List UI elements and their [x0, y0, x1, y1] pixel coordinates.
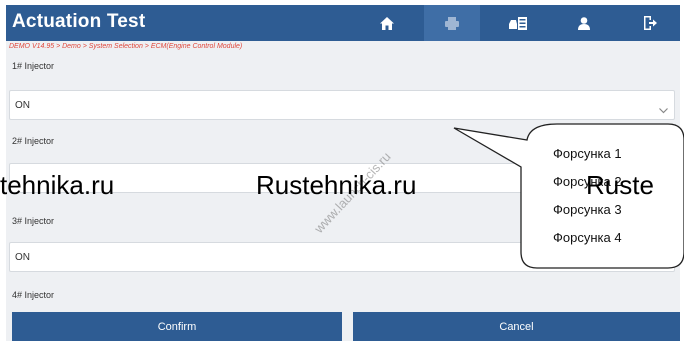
injector-1-select[interactable]: ON [9, 90, 675, 120]
watermark-right: Ruste [586, 170, 654, 200]
cancel-button[interactable]: Cancel [353, 312, 680, 341]
page-title: Actuation Test [12, 11, 146, 32]
exit-button[interactable] [622, 5, 678, 41]
printer-icon [445, 16, 459, 30]
injector-2-label: 2# Injector [12, 136, 55, 146]
injector-3-value: ON [15, 252, 30, 263]
confirm-button[interactable]: Confirm [12, 312, 342, 341]
chevron-down-icon [659, 101, 668, 119]
injector-4-label: 4# Injector [12, 290, 55, 300]
watermark-center: Rustehnika.ru [256, 170, 417, 200]
exit-icon [643, 16, 657, 30]
injector-3-select[interactable]: ON [9, 242, 675, 272]
header-bar: Actuation Test [6, 5, 680, 41]
callout-item-3: Форсунка 3 [553, 202, 622, 217]
vehicle-data-button[interactable] [490, 5, 546, 41]
injector-1-label: 1# Injector [12, 61, 55, 71]
breadcrumb: DEMO V14.95 > Demo > System Selection > … [9, 43, 243, 50]
home-button[interactable] [359, 5, 415, 41]
user-button[interactable] [556, 5, 612, 41]
home-icon [380, 16, 394, 30]
watermark-left: tehnika.ru [0, 170, 115, 200]
injector-3-label: 3# Injector [12, 216, 55, 226]
print-button[interactable] [424, 5, 480, 41]
injector-1-value: ON [15, 100, 30, 111]
callout-item-4: Форсунка 4 [553, 230, 622, 245]
vehicle-data-icon [509, 16, 527, 30]
user-icon [578, 16, 590, 30]
callout-item-1: Форсунка 1 [553, 146, 622, 161]
